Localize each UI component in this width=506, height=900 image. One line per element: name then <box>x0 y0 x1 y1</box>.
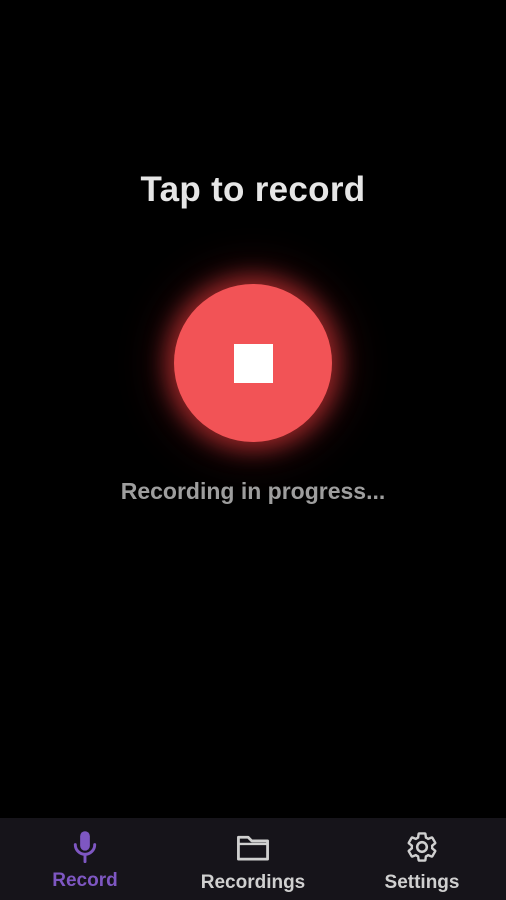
folder-icon <box>236 830 270 864</box>
bottom-navigation: Record Recordings Settings <box>0 818 506 900</box>
record-screen: Tap to record Recording in progress... R… <box>0 0 506 900</box>
microphone-icon <box>68 830 102 864</box>
nav-item-label: Settings <box>384 872 460 893</box>
stop-icon <box>233 343 273 383</box>
nav-item-record[interactable]: Record <box>30 818 140 900</box>
page-title: Tap to record <box>140 170 366 209</box>
nav-item-settings[interactable]: Settings <box>372 818 472 900</box>
stop-recording-button[interactable] <box>174 284 332 442</box>
gear-icon <box>405 830 439 864</box>
nav-item-label: Record <box>52 870 118 891</box>
recording-status: Recording in progress... <box>120 478 386 504</box>
nav-item-label: Recordings <box>200 872 306 893</box>
nav-item-recordings[interactable]: Recordings <box>193 818 313 900</box>
